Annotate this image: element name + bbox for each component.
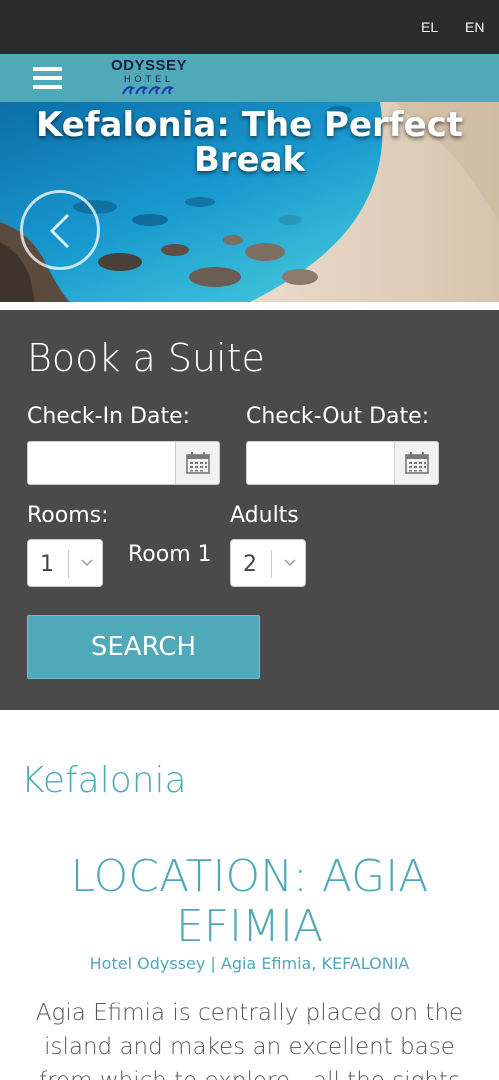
main-content: Kefalonia LOCATION: AGIA EFIMIA Hotel Od…: [0, 710, 499, 1080]
menu-icon[interactable]: [33, 67, 62, 89]
room-name: Room 1: [128, 542, 212, 567]
calendar-icon: [405, 452, 429, 474]
select-separator: [68, 550, 69, 578]
calendar-icon: [186, 452, 210, 474]
checkin-date-field[interactable]: [27, 441, 220, 485]
logo-sub: HOTEL: [123, 74, 174, 84]
rooms-select[interactable]: 1: [27, 539, 103, 587]
checkout-date-input[interactable]: [247, 442, 395, 484]
hero-title: Kefalonia: The Perfect Break: [35, 105, 464, 180]
location-subtitle: Hotel Odyssey | Agia Efimia, KEFALONIA: [89, 954, 410, 973]
booking-title: Book a Suite: [27, 336, 265, 380]
adults-label: Adults: [230, 503, 299, 528]
language-el-link[interactable]: EL: [421, 19, 438, 35]
chevron-left-icon: [49, 213, 70, 249]
logo-name: ODYSSEY: [110, 57, 188, 74]
chevron-down-icon: [284, 559, 296, 567]
language-en-link[interactable]: EN: [465, 19, 484, 35]
navbar: ODYSSEY HOTEL: [0, 54, 499, 102]
location-title: LOCATION: AGIA EFIMIA: [70, 851, 429, 952]
divider: [0, 302, 499, 310]
body-text: Agia Efimia is centrally placed on the i…: [35, 1000, 464, 1080]
checkout-date-field[interactable]: [246, 441, 439, 485]
booking-form: Book a Suite Check-In Date: Check-Out Da…: [0, 310, 499, 710]
hotel-logo[interactable]: ODYSSEY HOTEL: [104, 58, 194, 100]
checkin-calendar-button[interactable]: [175, 442, 219, 484]
slider-prev-button[interactable]: [20, 190, 100, 270]
search-button[interactable]: SEARCH: [27, 615, 260, 679]
rooms-select-value: 1: [40, 552, 54, 577]
adults-select-value: 2: [243, 552, 257, 577]
logo-waves-icon: [122, 86, 175, 95]
select-separator: [271, 550, 272, 578]
checkin-label: Check-In Date:: [27, 404, 191, 429]
checkout-calendar-button[interactable]: [394, 442, 438, 484]
section-title: Kefalonia: [21, 760, 187, 801]
checkout-label: Check-Out Date:: [246, 404, 430, 429]
chevron-down-icon: [81, 559, 93, 567]
checkin-date-input[interactable]: [28, 442, 176, 484]
top-bar: EL EN: [0, 0, 499, 54]
rooms-label: Rooms:: [27, 503, 109, 528]
adults-select[interactable]: 2: [230, 539, 306, 587]
hero-slider: Kefalonia: The Perfect Break: [0, 102, 499, 302]
